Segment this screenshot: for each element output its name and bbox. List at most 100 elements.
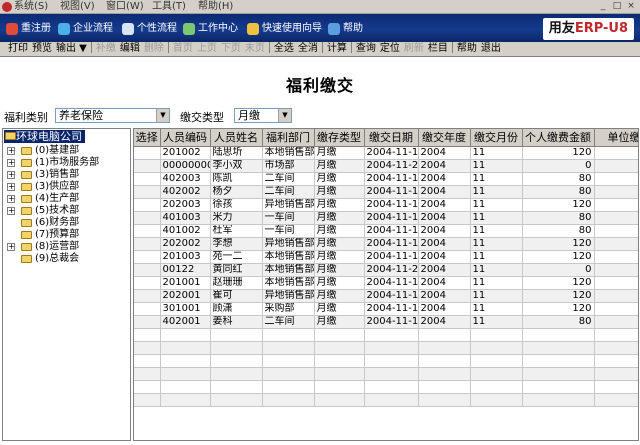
menu-view[interactable]: 视图(V) (60, 0, 95, 14)
welfare-payment-grid[interactable]: 选择 人员编码 人员姓名 福利部门 缴存类型 缴交日期 缴交年度 缴交月份 个人缴费金额 单位缴 … (133, 128, 639, 441)
toolbar-button-11[interactable]: 全消 (296, 42, 320, 56)
toolbar-button-13[interactable]: 查询 (354, 42, 378, 56)
table-row[interactable] (134, 328, 638, 342)
table-cell: 陆思圻 (210, 146, 263, 160)
table-row[interactable]: 202002 李想 异地销售部 月缴 2004-11-1 2004 11 120 (134, 237, 638, 251)
expand-icon[interactable]: + (7, 159, 15, 167)
expand-icon[interactable]: + (7, 243, 15, 251)
table-row[interactable] (134, 341, 638, 355)
table-row[interactable] (134, 380, 638, 394)
toolbar-button-4[interactable]: 编辑 (118, 42, 142, 56)
enterprise-flow-button[interactable]: 企业流程 (58, 22, 113, 36)
table-cell[interactable] (134, 159, 161, 173)
table-cell[interactable] (134, 289, 161, 303)
table-row[interactable]: 201002 陆思圻 本地销售部 月缴 2004-11-1 2004 11 120 (134, 146, 638, 160)
column-header[interactable]: 选择 (134, 129, 161, 147)
table-row[interactable]: 201003 苑一二 本地销售部 月缴 2004-11-1 2004 11 120 (134, 250, 638, 264)
expand-icon[interactable]: + (7, 207, 15, 215)
table-cell[interactable] (134, 211, 161, 225)
help-button[interactable]: 帮助 (328, 22, 363, 36)
table-cell[interactable] (134, 302, 161, 316)
menu-window[interactable]: 窗口(W) (106, 0, 144, 14)
close-icon[interactable]: × (625, 1, 637, 12)
table-body: 201002 陆思圻 本地销售部 月缴 2004-11-1 2004 11 120 000000… (134, 146, 638, 407)
table-cell[interactable] (134, 276, 161, 290)
column-header[interactable]: 人员编码 (160, 129, 211, 147)
table-row[interactable]: 00122黄同红本地销售部月缴2004-11-232004110 (134, 263, 638, 277)
work-center-button[interactable]: 工作中心 (183, 22, 238, 36)
column-header[interactable]: 福利部门 (262, 129, 315, 147)
column-header[interactable]: 缴交年度 (418, 129, 471, 147)
toolbar-button-1[interactable]: 预览 (30, 42, 54, 56)
payment-type-select[interactable]: 月缴 ▼ (234, 108, 292, 123)
table-cell (210, 380, 263, 394)
expand-icon[interactable]: + (7, 147, 15, 155)
table-cell[interactable] (134, 172, 161, 186)
toolbar-button-18[interactable]: 退出 (479, 42, 503, 56)
table-row[interactable]: 202001 崔可 异地销售部 月缴 2004-11-1 2004 11 120 (134, 289, 638, 303)
personal-flow-button[interactable]: 个性流程 (122, 22, 177, 36)
table-cell[interactable] (134, 354, 161, 368)
table-cell[interactable] (134, 185, 161, 199)
table-row[interactable]: 0000000005李小双市场部月缴2004-11-232004110 (134, 159, 638, 173)
table-cell[interactable] (134, 263, 161, 277)
table-cell[interactable] (134, 341, 161, 355)
column-header[interactable]: 缴存类型 (314, 129, 365, 147)
chevron-down-icon[interactable]: ▼ (278, 109, 291, 122)
column-header[interactable]: 个人缴费金额 (522, 129, 595, 147)
table-row[interactable]: 201001 赵珊珊 本地销售部 月缴 2004-11-1 2004 11 120 (134, 276, 638, 290)
table-cell[interactable] (134, 328, 161, 342)
quick-guide-button[interactable]: 快速使用向导 (247, 22, 322, 36)
expand-icon[interactable]: + (7, 195, 15, 203)
table-cell[interactable] (134, 315, 161, 329)
column-header[interactable]: 缴交日期 (364, 129, 419, 147)
maximize-icon[interactable]: □ (611, 1, 623, 12)
table-row[interactable] (134, 393, 638, 407)
minimize-icon[interactable]: _ (597, 1, 609, 12)
table-cell (364, 328, 419, 342)
table-row[interactable]: 402002 杨夕 二车间 月缴 2004-11-1 2004 11 80 (134, 185, 638, 199)
toolbar-button-12[interactable]: 计算 (325, 42, 349, 56)
table-cell: 0 (522, 263, 595, 277)
chevron-down-icon[interactable]: ▼ (156, 109, 169, 122)
expand-icon[interactable]: + (7, 171, 15, 179)
menu-help[interactable]: 帮助(H) (198, 0, 233, 14)
table-row[interactable]: 402003 陈凯 二车间 月缴 2004-11-1 2004 11 80 (134, 172, 638, 186)
table-cell[interactable] (134, 224, 161, 238)
expand-icon[interactable]: + (7, 183, 15, 191)
app-logo-icon (2, 2, 12, 12)
menu-system[interactable]: 系统(S) (14, 0, 48, 14)
table-cell[interactable] (134, 250, 161, 264)
re-register-button[interactable]: 重注册 (6, 22, 51, 36)
toolbar-button-17[interactable]: 帮助 (455, 42, 479, 56)
table-cell[interactable] (134, 198, 161, 212)
tree-root-node[interactable]: 环球电脑公司 (4, 130, 85, 143)
welfare-type-select[interactable]: 养老保险 ▼ (55, 108, 170, 123)
personal-flow-icon (122, 23, 134, 35)
department-tree[interactable]: 环球电脑公司 + (0)基建部 + (1)市场服务部 + (3)销售部 + (3)供应部 + (4… (2, 128, 131, 441)
table-row[interactable] (134, 367, 638, 381)
column-header[interactable]: 缴交月份 (470, 129, 523, 147)
table-cell: 2004-11-1 (364, 237, 419, 251)
table-cell[interactable] (134, 367, 161, 381)
toolbar-button-16[interactable]: 栏目 (426, 42, 450, 56)
table-row[interactable]: 402001 姜科 二车间 月缴 2004-11-1 2004 11 80 (134, 315, 638, 329)
toolbar-button-2[interactable]: 输出 ▼ (54, 42, 89, 56)
menu-tools[interactable]: 工具(T) (152, 0, 186, 14)
re-register-icon (6, 23, 18, 35)
table-cell[interactable] (134, 146, 161, 160)
column-header[interactable]: 人员姓名 (210, 129, 263, 147)
table-row[interactable]: 401003 米力 一车间 月缴 2004-11-1 2004 11 80 (134, 211, 638, 225)
table-row[interactable]: 202003 徐孩 异地销售部 月缴 2004-11-1 2004 11 120 (134, 198, 638, 212)
table-cell[interactable] (134, 393, 161, 407)
table-row[interactable] (134, 354, 638, 368)
column-header[interactable]: 单位缴 (594, 129, 638, 147)
toolbar-button-0[interactable]: 打印 (6, 42, 30, 56)
table-row[interactable]: 401002 杜军 一车间 月缴 2004-11-1 2004 11 80 (134, 224, 638, 238)
toolbar-button-10[interactable]: 全选 (272, 42, 296, 56)
table-row[interactable]: 301001 顾潇 采购部 月缴 2004-11-1 2004 11 120 (134, 302, 638, 316)
table-cell[interactable] (134, 380, 161, 394)
tree-node-label: (1)市场服务部 (35, 157, 100, 168)
toolbar-button-14[interactable]: 定位 (378, 42, 402, 56)
table-cell[interactable] (134, 237, 161, 251)
